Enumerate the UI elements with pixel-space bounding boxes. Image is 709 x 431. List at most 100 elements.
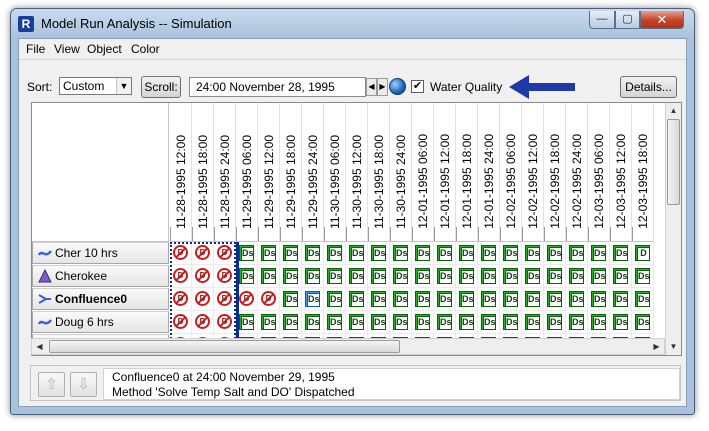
grid-cell[interactable] xyxy=(368,288,390,311)
grid-cell[interactable] xyxy=(302,311,324,334)
grid-cell[interactable] xyxy=(236,242,258,265)
column-header[interactable]: 11-29-1995 24:00 xyxy=(302,103,324,242)
column-header[interactable]: 11-30-1995 24:00 xyxy=(390,103,412,242)
scroll-right-icon[interactable]: ▶ xyxy=(649,339,664,354)
title-bar[interactable]: R Model Run Analysis -- Simulation — ▢ ✕ xyxy=(11,9,694,39)
grid-cell[interactable] xyxy=(368,265,390,288)
grid-cell[interactable] xyxy=(522,242,544,265)
grid-cell[interactable] xyxy=(478,265,500,288)
grid-cell[interactable] xyxy=(456,311,478,334)
grid-cell[interactable] xyxy=(566,265,588,288)
column-header[interactable]: 11-28-1995 18:00 xyxy=(192,103,214,242)
scroll-left-icon[interactable]: ◀ xyxy=(32,339,47,354)
grid-cell[interactable] xyxy=(500,288,522,311)
grid-cell[interactable] xyxy=(544,288,566,311)
column-header[interactable]: 12-02-1995 06:00 xyxy=(500,103,522,242)
scroll-date-field[interactable]: 24:00 November 28, 1995 xyxy=(189,77,366,97)
column-header[interactable]: 12-03-1995 06:00 xyxy=(588,103,610,242)
next-message-button[interactable]: ⇩ xyxy=(70,372,97,397)
grid-cell[interactable] xyxy=(280,288,302,311)
grid-cell[interactable] xyxy=(434,288,456,311)
column-header[interactable]: 11-30-1995 18:00 xyxy=(368,103,390,242)
column-header[interactable]: 12-02-1995 18:00 xyxy=(544,103,566,242)
grid-cell[interactable] xyxy=(478,311,500,334)
menu-view[interactable]: View xyxy=(54,42,80,56)
grid-cell[interactable] xyxy=(434,242,456,265)
grid-cell[interactable] xyxy=(390,288,412,311)
water-quality-checkbox[interactable]: ✔ xyxy=(411,80,424,93)
chevron-down-icon[interactable]: ▼ xyxy=(116,78,131,94)
grid-cell[interactable] xyxy=(566,311,588,334)
menu-color[interactable]: Color xyxy=(131,42,160,56)
menu-object[interactable]: Object xyxy=(87,42,122,56)
column-header[interactable]: 11-29-1995 12:00 xyxy=(258,103,280,242)
maximize-button[interactable]: ▢ xyxy=(615,11,640,29)
column-header[interactable]: 12-01-1995 06:00 xyxy=(412,103,434,242)
column-header[interactable]: 12-03-1995 12:00 xyxy=(610,103,632,242)
column-header[interactable]: 12-02-1995 24:00 xyxy=(566,103,588,242)
column-header[interactable]: 11-29-1995 18:00 xyxy=(280,103,302,242)
vertical-scroll-thumb[interactable] xyxy=(667,119,680,205)
grid-cell[interactable] xyxy=(456,288,478,311)
column-header[interactable]: 11-29-1995 06:00 xyxy=(236,103,258,242)
grid-cell[interactable] xyxy=(500,311,522,334)
grid-cell[interactable] xyxy=(478,288,500,311)
column-header[interactable]: 12-03-1995 18:00 xyxy=(632,103,654,242)
sort-dropdown[interactable]: Custom ▼ xyxy=(59,77,132,95)
grid-cell[interactable] xyxy=(324,288,346,311)
grid-cell[interactable] xyxy=(588,311,610,334)
grid-cell[interactable] xyxy=(632,242,654,265)
grid-cell[interactable] xyxy=(522,265,544,288)
column-header[interactable]: 11-28-1995 24:00 xyxy=(214,103,236,242)
grid-cell[interactable] xyxy=(324,311,346,334)
grid-cell[interactable] xyxy=(632,288,654,311)
grid-cell[interactable] xyxy=(346,242,368,265)
grid-cell[interactable] xyxy=(412,242,434,265)
vertical-scrollbar[interactable]: ▲ ▼ xyxy=(665,103,681,355)
grid-cell[interactable] xyxy=(500,242,522,265)
grid-cell[interactable] xyxy=(368,242,390,265)
grid-cell[interactable] xyxy=(346,265,368,288)
grid-cell[interactable] xyxy=(544,265,566,288)
grid-cell[interactable] xyxy=(500,265,522,288)
column-header[interactable]: 12-01-1995 18:00 xyxy=(456,103,478,242)
column-header[interactable]: 12-02-1995 12:00 xyxy=(522,103,544,242)
grid-cell[interactable] xyxy=(566,288,588,311)
grid-cell[interactable] xyxy=(610,242,632,265)
row-header[interactable]: Cher 10 hrs xyxy=(32,242,169,264)
grid-cell[interactable] xyxy=(346,288,368,311)
column-header[interactable]: 12-01-1995 12:00 xyxy=(434,103,456,242)
grid-cell[interactable] xyxy=(258,311,280,334)
grid-cell[interactable] xyxy=(544,311,566,334)
grid-cell[interactable] xyxy=(456,265,478,288)
grid-cell[interactable] xyxy=(390,311,412,334)
grid-cell[interactable] xyxy=(280,242,302,265)
scroll-up-icon[interactable]: ▲ xyxy=(666,103,681,118)
grid-cell[interactable] xyxy=(236,265,258,288)
grid-cell[interactable] xyxy=(588,288,610,311)
grid-cell[interactable] xyxy=(302,242,324,265)
row-header[interactable]: Confluence0 xyxy=(32,288,169,310)
grid-cell[interactable] xyxy=(324,265,346,288)
row-header[interactable]: Cherokee xyxy=(32,265,169,287)
grid-cell[interactable] xyxy=(478,242,500,265)
grid-cell[interactable] xyxy=(302,265,324,288)
grid-cell[interactable] xyxy=(280,311,302,334)
grid-cell[interactable] xyxy=(456,242,478,265)
grid-cell[interactable] xyxy=(434,311,456,334)
grid-cell[interactable] xyxy=(258,242,280,265)
grid-cell[interactable] xyxy=(610,311,632,334)
details-button[interactable]: Details... xyxy=(620,76,677,98)
grid-cell[interactable] xyxy=(522,288,544,311)
grid-cell[interactable] xyxy=(280,265,302,288)
column-header[interactable]: 11-30-1995 06:00 xyxy=(324,103,346,242)
grid-cell[interactable] xyxy=(324,242,346,265)
grid-cell[interactable] xyxy=(236,311,258,334)
horizontal-scroll-thumb[interactable] xyxy=(49,340,400,353)
grid-cell[interactable] xyxy=(588,265,610,288)
grid-cell[interactable] xyxy=(588,242,610,265)
date-next-icon[interactable]: ▶ xyxy=(377,78,388,96)
grid-cell[interactable] xyxy=(522,311,544,334)
previous-message-button[interactable]: ⇧ xyxy=(38,372,65,397)
column-header[interactable]: 11-28-1995 12:00 xyxy=(170,103,192,242)
